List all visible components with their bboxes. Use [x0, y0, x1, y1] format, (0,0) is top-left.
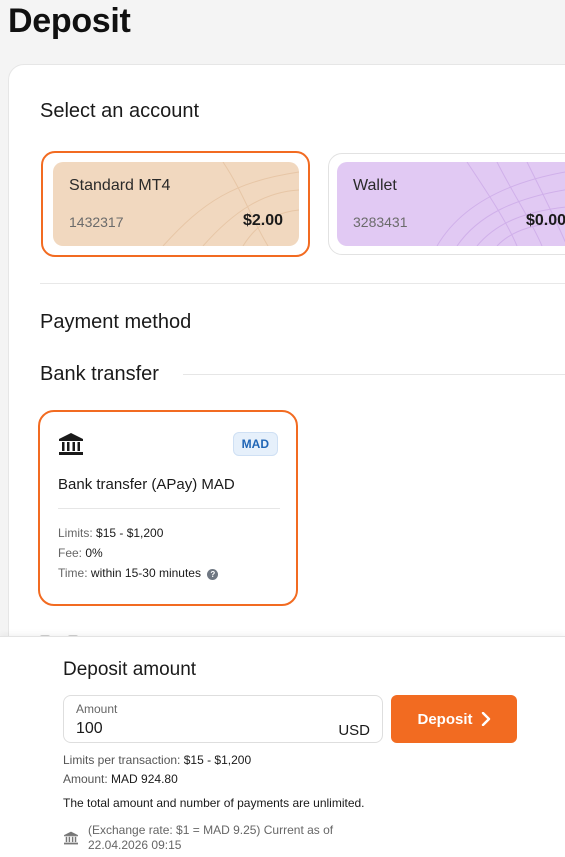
exchange-rate-text: (Exchange rate: $1 = MAD 9.25) Current a… — [88, 823, 334, 852]
payment-method-heading: Payment method — [40, 311, 192, 333]
amount-currency: USD — [338, 722, 370, 739]
unlimited-note: The total amount and number of payments … — [63, 796, 365, 810]
account-card-wallet[interactable]: Wallet 3283431 $0.00 — [337, 162, 565, 246]
time-label: Time: — [58, 566, 88, 580]
method-fee: Fee: 0% — [58, 546, 103, 560]
section-divider — [40, 283, 565, 284]
deposit-button[interactable]: Deposit — [391, 695, 517, 743]
account-name: Standard MT4 — [69, 177, 171, 194]
select-account-heading: Select an account — [40, 100, 199, 122]
time-value: within 15-30 minutes — [90, 566, 201, 580]
card-divider — [58, 508, 280, 509]
account-name: Wallet — [353, 177, 397, 194]
payment-method-name: Bank transfer (APay) MAD — [58, 476, 235, 493]
bank-icon — [64, 831, 78, 845]
converted-amount-label: Amount: — [63, 772, 108, 786]
account-number: 3283431 — [353, 214, 408, 230]
limits-per-transaction-value: $15 - $1,200 — [183, 753, 252, 767]
chevron-right-icon — [481, 712, 490, 726]
deposit-button-label: Deposit — [417, 710, 473, 728]
deposit-page: Deposit Select an account Standard MT4 1… — [0, 0, 565, 857]
method-time: Time: within 15-30 minutes ? — [58, 566, 219, 580]
fee-label: Fee: — [58, 546, 83, 560]
converted-amount-value: MAD 924.80 — [111, 772, 178, 786]
limits-per-transaction: Limits per transaction: $15 - $1,200 — [63, 753, 251, 767]
help-icon[interactable]: ? — [207, 569, 219, 580]
deposit-amount-heading: Deposit amount — [63, 659, 197, 680]
page-title: Deposit — [8, 2, 131, 40]
currency-badge: MAD — [232, 432, 278, 456]
account-balance: $0.00 — [526, 212, 565, 229]
method-limits: Limits: $15 - $1,200 — [58, 526, 163, 540]
limits-label: Limits: — [58, 526, 93, 540]
amount-input[interactable] — [76, 720, 276, 738]
account-balance: $2.00 — [242, 212, 283, 229]
group-divider — [183, 374, 565, 375]
bank-icon — [59, 433, 83, 455]
fee-value: 0% — [85, 546, 103, 560]
payment-method-card-bank-transfer[interactable]: MAD Bank transfer (APay) MAD Limits: $15… — [38, 410, 298, 606]
converted-amount: Amount: MAD 924.80 — [63, 772, 178, 786]
account-card-standard[interactable]: Standard MT4 1432317 $2.00 — [53, 162, 299, 246]
amount-field[interactable]: Amount USD — [63, 695, 383, 743]
card-pattern-decoration — [436, 162, 565, 246]
bank-transfer-group-heading: Bank transfer — [40, 363, 159, 385]
deposit-amount-sheet: Deposit amount Amount USD Deposit Limits… — [0, 636, 565, 857]
card-pattern-decoration — [162, 162, 299, 246]
account-number: 1432317 — [69, 214, 124, 230]
amount-field-label: Amount — [76, 702, 118, 716]
limits-per-transaction-label: Limits per transaction: — [63, 753, 181, 767]
limits-value: $15 - $1,200 — [96, 526, 164, 540]
